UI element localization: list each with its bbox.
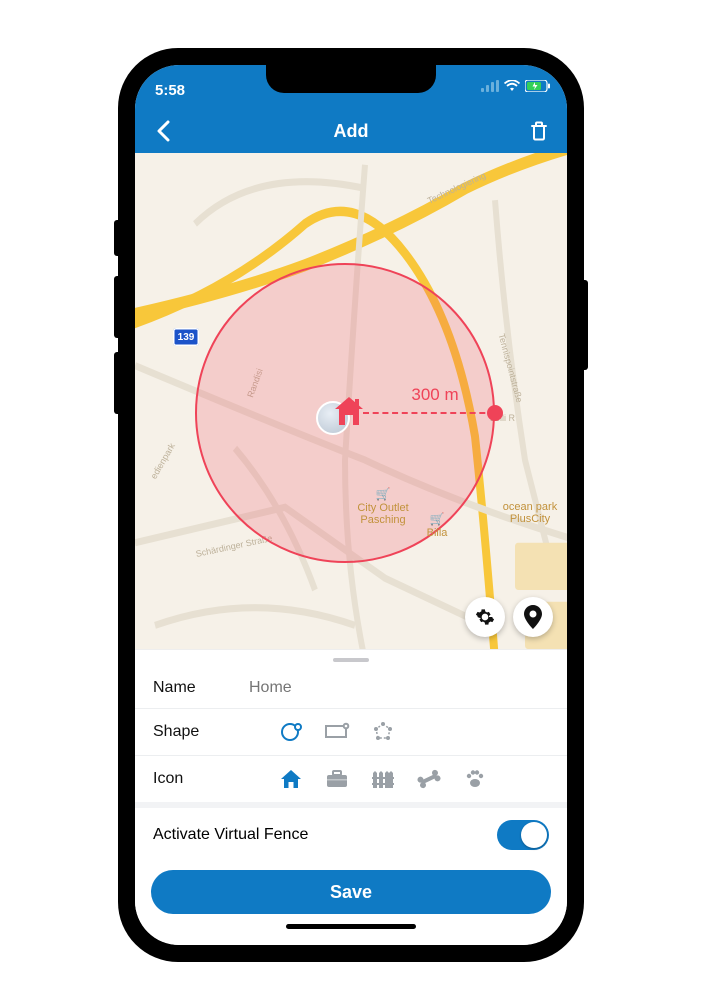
poi-billa: 🛒 Billa [427, 513, 448, 539]
nav-title: Add [177, 121, 525, 142]
save-button[interactable]: Save [151, 870, 551, 914]
shape-circle-button[interactable] [279, 720, 303, 744]
phone-frame: 5:58 [120, 50, 582, 960]
icon-home-button[interactable] [279, 767, 303, 791]
nav-bar: Add [135, 109, 567, 153]
cellular-icon [481, 79, 499, 96]
back-button[interactable] [149, 117, 177, 145]
icon-bone-button[interactable] [417, 767, 441, 791]
gear-icon [475, 607, 495, 627]
map-locate-button[interactable] [513, 597, 553, 637]
icon-row: Icon [135, 756, 567, 802]
activate-toggle[interactable] [497, 820, 549, 850]
map-view[interactable]: 139 Technologiering Randisi edienpark Sc… [135, 153, 567, 649]
location-pin-icon [523, 605, 543, 629]
activate-label: Activate Virtual Fence [153, 826, 308, 844]
radius-line [363, 412, 495, 414]
icon-label: Icon [153, 770, 249, 788]
phone-screen: 5:58 [135, 65, 567, 945]
shape-label: Shape [153, 723, 249, 741]
shape-rectangle-button[interactable] [325, 720, 349, 744]
sheet-grabber[interactable] [333, 658, 369, 662]
phone-power-button [582, 280, 588, 370]
phone-notch [266, 65, 436, 93]
name-input[interactable] [249, 679, 549, 697]
name-label: Name [153, 679, 249, 697]
home-indicator[interactable] [286, 924, 416, 929]
battery-icon [525, 79, 551, 96]
name-row: Name [135, 668, 567, 709]
center-pin-icon [329, 391, 369, 431]
form-sheet: Name Shape [135, 649, 567, 945]
delete-button[interactable] [525, 117, 553, 145]
wifi-icon [504, 79, 520, 96]
activate-row: Activate Virtual Fence [135, 808, 567, 866]
radius-handle[interactable] [487, 405, 503, 421]
icon-briefcase-button[interactable] [325, 767, 349, 791]
icon-pawprint-button[interactable] [463, 767, 487, 791]
map-settings-button[interactable] [465, 597, 505, 637]
cart-icon: 🛒 [427, 513, 448, 526]
radius-label: 300 m [411, 385, 458, 405]
shape-polygon-button[interactable] [371, 720, 395, 744]
poi-city-outlet: 🛒 City Outlet Pasching [357, 488, 408, 526]
shape-row: Shape [135, 709, 567, 756]
road-shield-139: 139 [173, 328, 199, 346]
status-time: 5:58 [155, 82, 185, 99]
icon-fence-button[interactable] [371, 767, 395, 791]
status-icons [481, 79, 551, 96]
poi-ocean-park: ocean park PlusCity [503, 501, 557, 525]
cart-icon: 🛒 [357, 488, 408, 501]
